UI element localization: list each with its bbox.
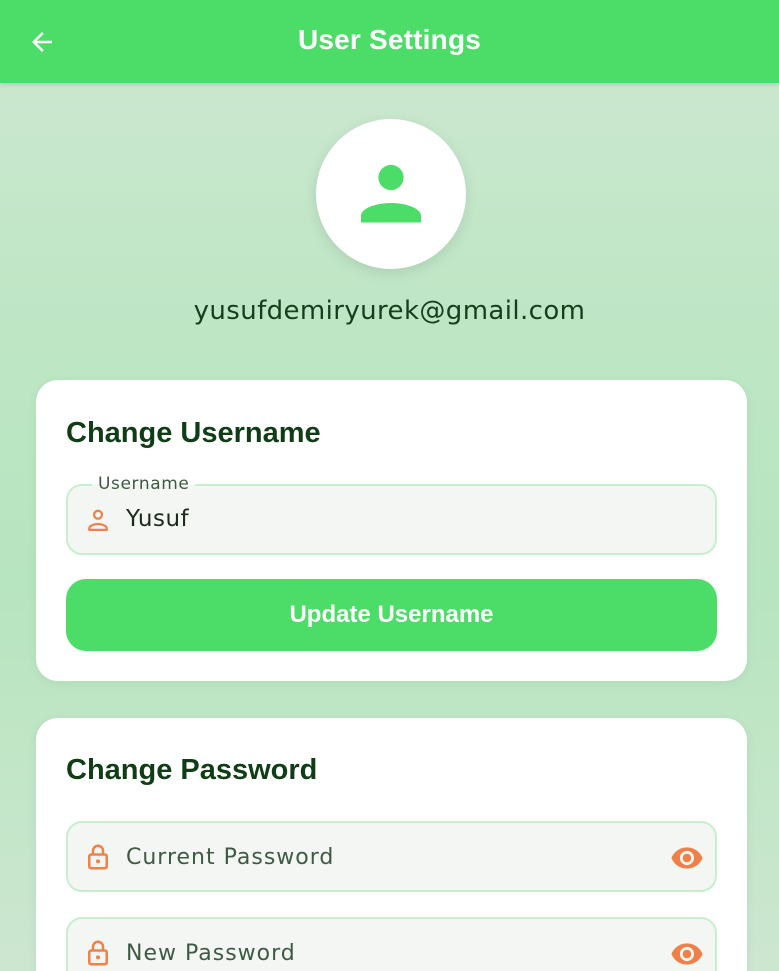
change-username-title: Change Username xyxy=(66,417,321,449)
lock-icon xyxy=(82,841,114,873)
new-password-field[interactable]: New Password xyxy=(66,917,717,971)
update-username-button[interactable]: Update Username xyxy=(66,579,717,651)
app-bar: User Settings xyxy=(0,0,779,83)
eye-icon xyxy=(671,943,703,965)
toggle-current-password-visibility[interactable] xyxy=(669,841,705,875)
lock-icon xyxy=(82,937,114,969)
username-field-label: Username xyxy=(92,474,196,494)
current-password-field[interactable]: Current Password xyxy=(66,821,717,892)
new-password-input[interactable]: New Password xyxy=(126,941,296,966)
change-password-card: Change Password Current Password New Pas… xyxy=(36,718,747,971)
eye-icon xyxy=(671,847,703,869)
person-icon xyxy=(361,164,421,223)
change-password-title: Change Password xyxy=(66,754,318,786)
username-input[interactable]: Yusuf xyxy=(126,506,189,532)
change-username-card: Change Username Username Yusuf Update Us… xyxy=(36,380,747,681)
person-outline-icon xyxy=(82,504,114,536)
current-password-input[interactable]: Current Password xyxy=(126,845,334,870)
user-email: yusufdemiryurek@gmail.com xyxy=(193,296,586,326)
toggle-new-password-visibility[interactable] xyxy=(669,937,705,971)
avatar xyxy=(316,119,466,269)
username-field[interactable]: Username Yusuf xyxy=(66,474,717,555)
page-title: User Settings xyxy=(297,24,482,55)
